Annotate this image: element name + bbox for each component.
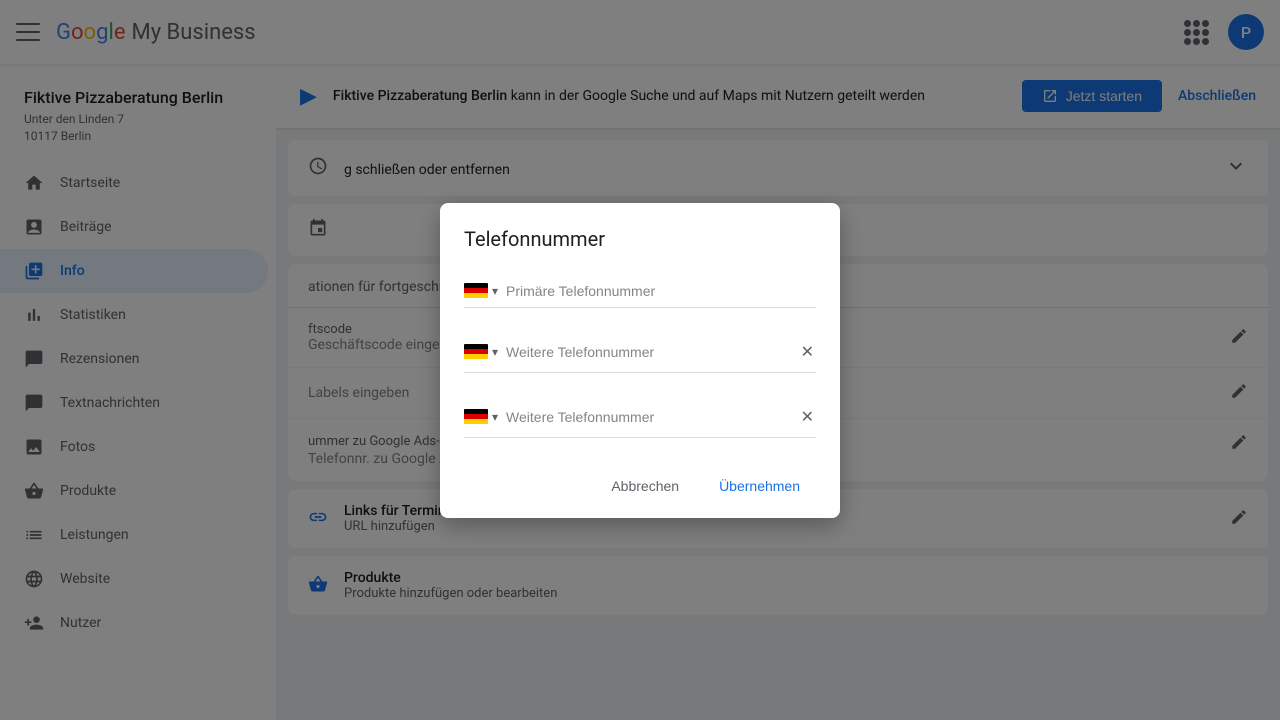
telefonnummer-dialog: Telefonnummer ▾ ▾	[440, 203, 840, 518]
clear-secondary-1-button[interactable]: ✕	[799, 340, 816, 364]
primary-dropdown-arrow: ▾	[492, 284, 498, 298]
dialog-title: Telefonnummer	[464, 227, 816, 251]
primary-country-selector[interactable]: ▾	[464, 283, 498, 299]
secondary-phone-input-2[interactable]	[506, 409, 791, 425]
secondary-phone-field-2: ▾ ✕	[464, 397, 816, 438]
secondary1-dropdown-arrow: ▾	[492, 345, 498, 359]
clear-secondary-2-button[interactable]: ✕	[799, 405, 816, 429]
cancel-button[interactable]: Abbrechen	[595, 470, 695, 502]
germany-flag	[464, 283, 488, 299]
secondary2-country-selector[interactable]: ▾	[464, 409, 498, 425]
secondary-phone-field-1: ▾ ✕	[464, 332, 816, 373]
modal-overlay: Telefonnummer ▾ ▾	[0, 0, 1280, 720]
germany-flag-3	[464, 409, 488, 425]
secondary2-dropdown-arrow: ▾	[492, 410, 498, 424]
primary-phone-field: ▾	[464, 275, 816, 308]
secondary1-country-selector[interactable]: ▾	[464, 344, 498, 360]
dialog-actions: Abbrechen Übernehmen	[464, 462, 816, 502]
primary-phone-input[interactable]	[506, 283, 816, 299]
germany-flag-2	[464, 344, 488, 360]
secondary-phone-input-1[interactable]	[506, 344, 791, 360]
submit-button[interactable]: Übernehmen	[703, 470, 816, 502]
